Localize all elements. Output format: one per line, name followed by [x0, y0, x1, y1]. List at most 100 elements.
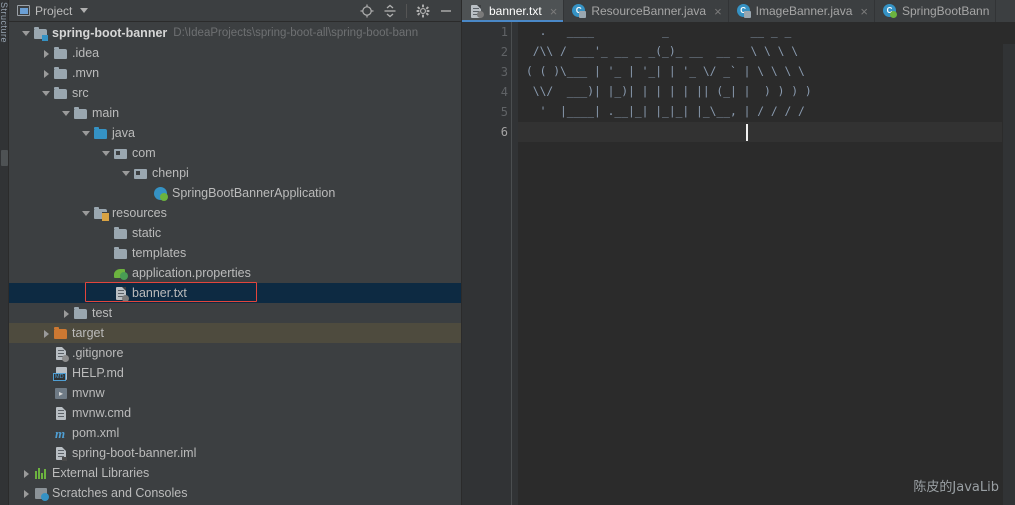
- tree-item-target[interactable]: target: [9, 323, 461, 343]
- tree-item-label: resources: [112, 206, 167, 220]
- tree-item-java[interactable]: java: [9, 123, 461, 143]
- tree-item-label: static: [132, 226, 162, 240]
- tree-item-banner-txt[interactable]: banner.txt: [9, 283, 461, 303]
- project-panel-toolbar: [360, 3, 457, 18]
- tree-toggle-open-icon[interactable]: [121, 168, 132, 179]
- tree-item-com[interactable]: com: [9, 143, 461, 163]
- tree-toggle-open-icon[interactable]: [61, 108, 72, 119]
- tree-item-chenpi[interactable]: chenpi: [9, 163, 461, 183]
- java-class-icon: C: [736, 4, 751, 18]
- tree-toggle-open-icon[interactable]: [21, 28, 32, 39]
- line-number-gutter: 1 2 3 4 5 6: [462, 22, 518, 505]
- tree-item-springbootbannerapplication[interactable]: SpringBootBannerApplication: [9, 183, 461, 203]
- line-number: 1: [500, 25, 508, 39]
- java-class-icon: C: [572, 4, 587, 18]
- markdown-file-icon: MD: [53, 366, 68, 381]
- tree-item-static[interactable]: static: [9, 223, 461, 243]
- tree-toggle-closed-icon[interactable]: [21, 468, 32, 479]
- tree-item-resources[interactable]: resources: [9, 203, 461, 223]
- left-strip-button[interactable]: [1, 150, 8, 166]
- tree-item-test[interactable]: test: [9, 303, 461, 323]
- text-file-icon: [470, 4, 484, 18]
- tree-item-templates[interactable]: templates: [9, 243, 461, 263]
- tree-toggle-open-icon[interactable]: [81, 128, 92, 139]
- tree-item-application-properties[interactable]: application.properties: [9, 263, 461, 283]
- editor-tab-resourcebanner-java[interactable]: C ResourceBanner.java ×: [564, 0, 729, 22]
- folder-icon: [113, 226, 128, 241]
- editor-tab-springbootbann[interactable]: C SpringBootBann: [875, 0, 997, 22]
- project-tree[interactable]: spring-boot-banner D:\IdeaProjects\spring…: [9, 22, 461, 505]
- left-tool-strip[interactable]: Structure: [0, 0, 9, 505]
- close-tab-icon[interactable]: ×: [550, 5, 558, 18]
- tree-toggle-closed-icon[interactable]: [41, 68, 52, 79]
- package-icon: [113, 146, 128, 161]
- tree-item-pom-xml[interactable]: m pom.xml: [9, 423, 461, 443]
- ide-window: Structure Project spring-boot-banner D:\…: [0, 0, 1015, 505]
- tree-toggle-open-icon[interactable]: [41, 88, 52, 99]
- resources-folder-icon: [93, 206, 109, 221]
- tree-toggle-open-icon[interactable]: [81, 208, 92, 219]
- tree-item-external-libraries[interactable]: External Libraries: [9, 463, 461, 483]
- watermark-text: 陈皮的JavaLib: [913, 480, 999, 495]
- tree-toggle-closed-icon[interactable]: [21, 488, 32, 499]
- structure-tool-label[interactable]: Structure: [0, 2, 9, 43]
- project-path-label: D:\IdeaProjects\spring-boot-all\spring-b…: [173, 27, 419, 39]
- project-panel-title: Project: [35, 3, 73, 18]
- hide-window-icon[interactable]: [439, 4, 453, 18]
- editor-tab-banner-txt[interactable]: banner.txt ×: [462, 0, 565, 22]
- close-tab-icon[interactable]: ×: [860, 5, 868, 18]
- tree-item-label: chenpi: [152, 166, 189, 180]
- project-title-group[interactable]: Project: [17, 3, 89, 18]
- tree-item-label: mvnw: [72, 386, 105, 400]
- tree-item-main[interactable]: main: [9, 103, 461, 123]
- tree-item-label: spring-boot-banner.iml: [72, 446, 197, 460]
- locate-icon[interactable]: [360, 4, 374, 18]
- settings-gear-icon[interactable]: [416, 4, 430, 18]
- tree-item-label: pom.xml: [72, 426, 120, 440]
- editor-body: 1 2 3 4 5 6 . ____ _ __ _ _ /\\ / ___'_ __ _ …: [462, 22, 1015, 505]
- tree-item-label: com: [132, 146, 156, 160]
- tree-item-mvn[interactable]: .mvn: [9, 63, 461, 83]
- editor-right-scrollbar[interactable]: [1002, 44, 1015, 505]
- tree-item-src[interactable]: src: [9, 83, 461, 103]
- tree-item-idea[interactable]: .idea: [9, 43, 461, 63]
- code-view[interactable]: . ____ _ __ _ _ /\\ / ___'_ __ _ _(_)_ _…: [518, 22, 1015, 505]
- tree-toggle-closed-icon[interactable]: [61, 308, 72, 319]
- editor-tab-label: ResourceBanner.java: [591, 4, 707, 18]
- editor-tab-imagebanner-java[interactable]: C ImageBanner.java ×: [729, 0, 875, 22]
- scratches-icon: [33, 486, 49, 501]
- editor-tab-bar[interactable]: banner.txt × C ResourceBanner.java × C ImageBa…: [462, 0, 1015, 22]
- tree-item-label: test: [92, 306, 113, 320]
- editor-tab-label: SpringBootBann: [901, 4, 990, 18]
- line-number: 3: [500, 65, 508, 79]
- close-tab-icon[interactable]: ×: [714, 5, 722, 18]
- tree-item-spring-boot-banner-iml[interactable]: spring-boot-banner.iml: [9, 443, 461, 463]
- module-folder-icon: [33, 26, 48, 41]
- tree-item-mvnw[interactable]: ▸ mvnw: [9, 383, 461, 403]
- tree-item-label: target: [72, 326, 104, 340]
- chevron-down-icon[interactable]: [80, 8, 89, 13]
- tree-toggle-closed-icon[interactable]: [41, 48, 52, 59]
- tree-item-label: SpringBootBannerApplication: [172, 186, 336, 200]
- tree-item-help-md[interactable]: MD HELP.md: [9, 363, 461, 383]
- tree-toggle-open-icon[interactable]: [101, 148, 112, 159]
- folder-icon: [73, 106, 88, 121]
- line-number: 6: [500, 125, 508, 139]
- tree-item-mvnw-cmd[interactable]: mvnw.cmd: [9, 403, 461, 423]
- package-icon: [133, 166, 148, 181]
- properties-file-icon: [113, 266, 128, 281]
- gutter-divider: [511, 22, 512, 505]
- tree-item-gitignore[interactable]: .gitignore: [9, 343, 461, 363]
- tree-item-spring-boot-banner[interactable]: spring-boot-banner D:\IdeaProjects\spring…: [9, 23, 461, 43]
- tree-item-scratches-and-consoles[interactable]: Scratches and Consoles: [9, 483, 461, 503]
- tree-toggle-closed-icon[interactable]: [41, 328, 52, 339]
- text-file-icon: [113, 286, 129, 302]
- collapse-all-icon[interactable]: [383, 4, 397, 18]
